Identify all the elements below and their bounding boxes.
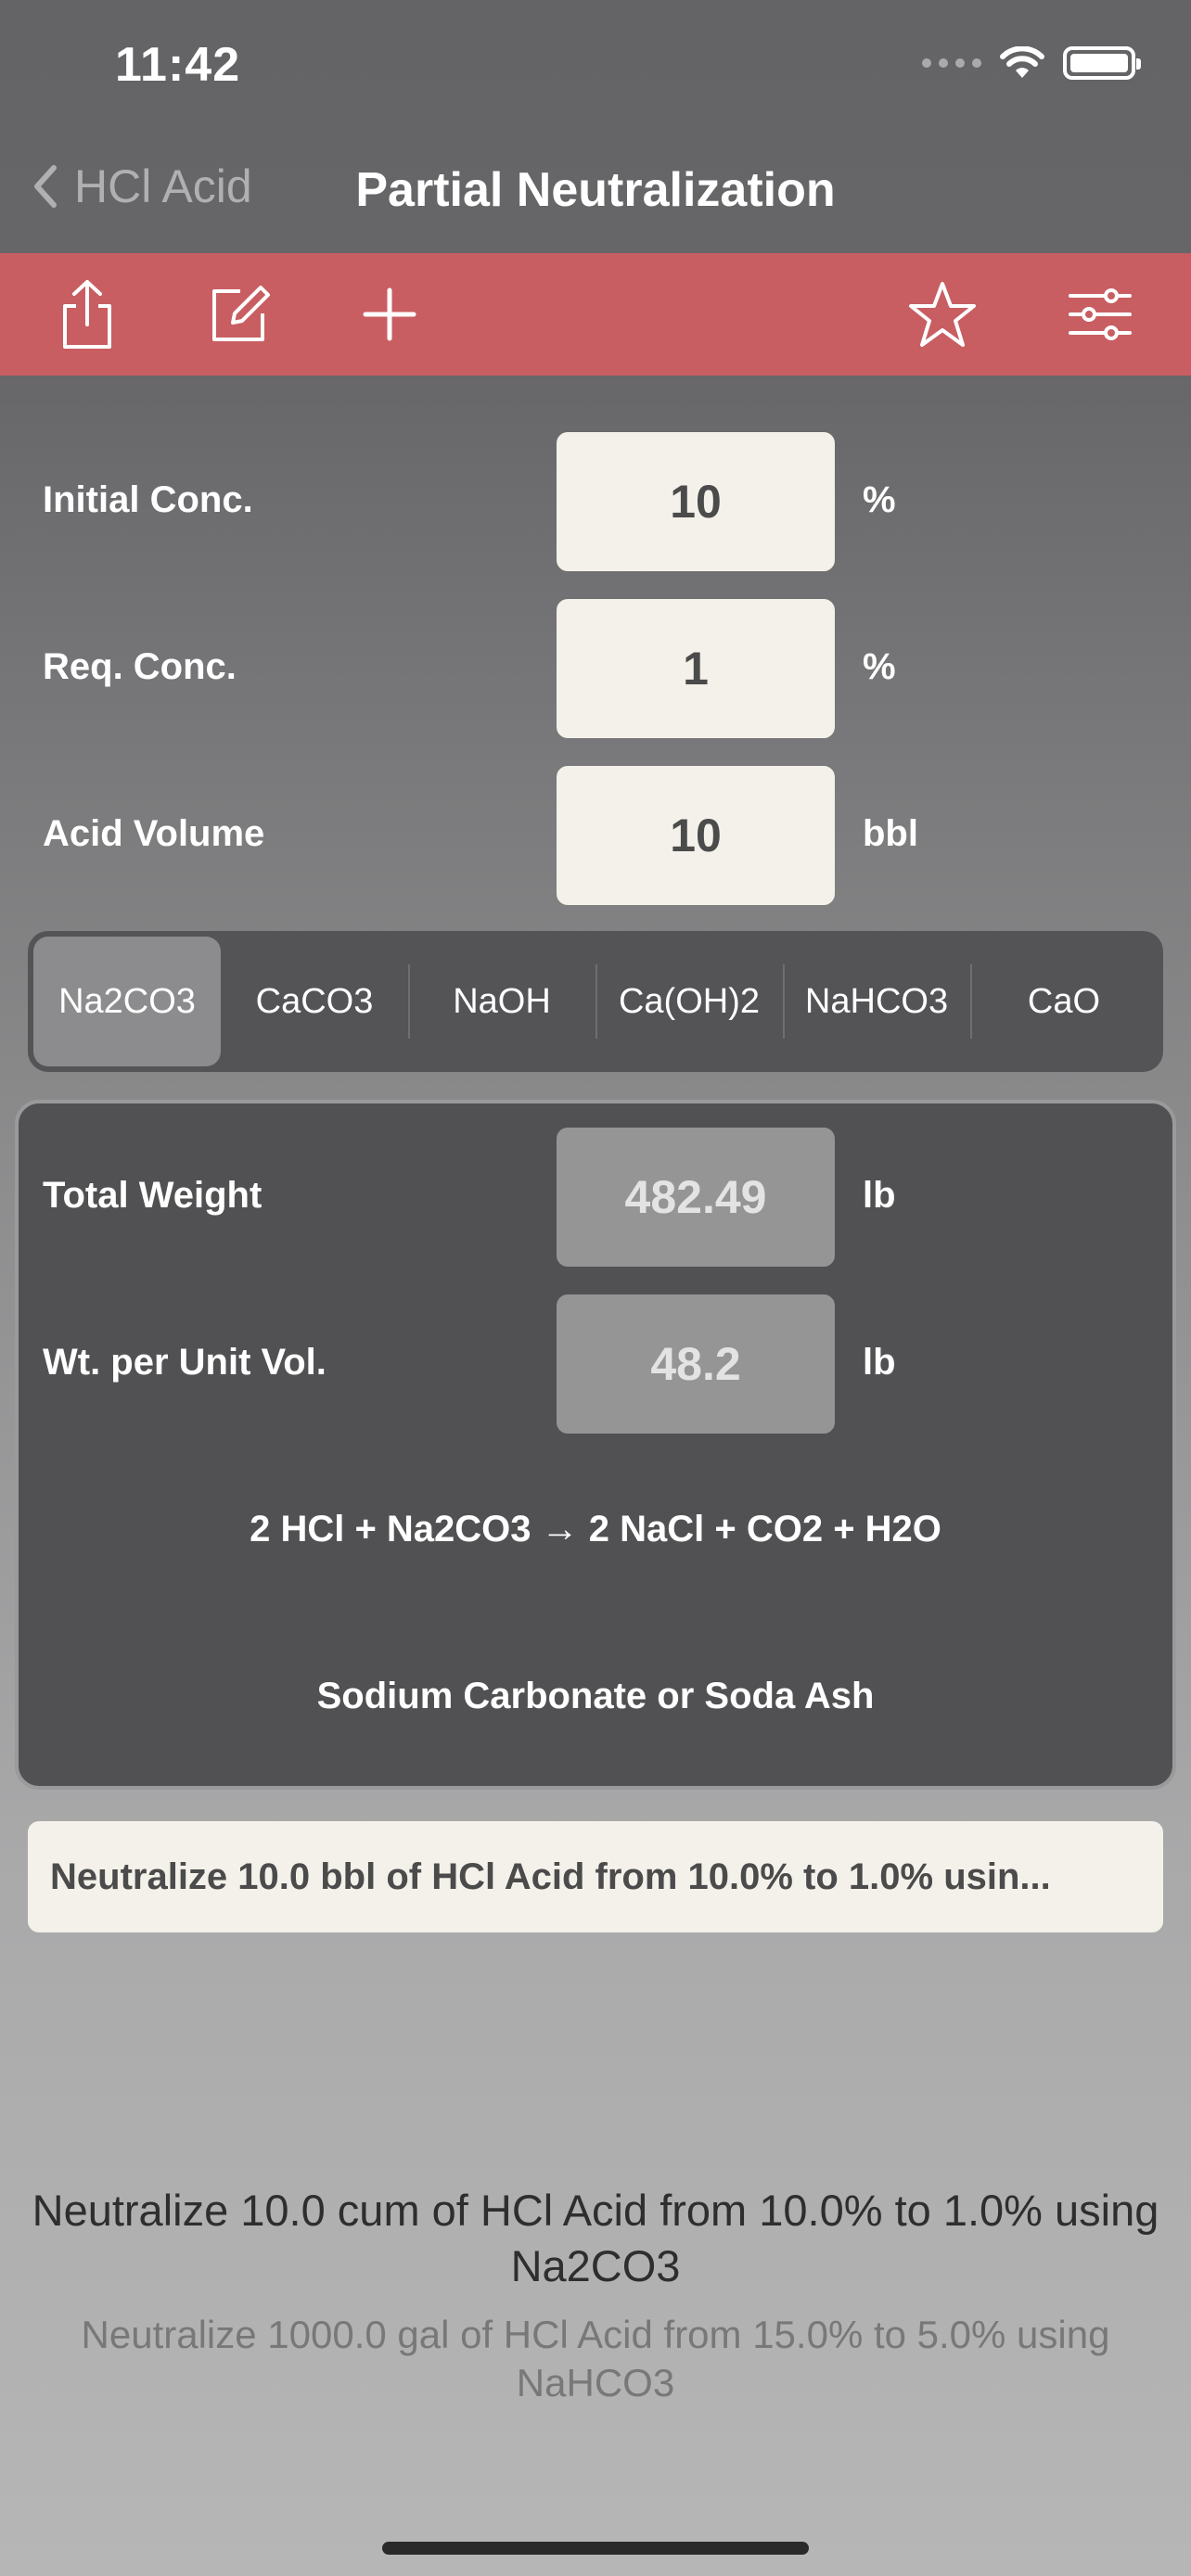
req-conc-label: Req. Conc. <box>43 646 237 687</box>
summary-text: Neutralize 10.0 bbl of HCl Acid from 10.… <box>50 1855 1051 1897</box>
segment-naoh[interactable]: NaOH <box>408 937 596 1066</box>
total-weight-value: 482.49 <box>557 1128 835 1267</box>
wt-per-unit-vol-unit: lb <box>863 1342 896 1383</box>
initial-conc-unit: % <box>863 479 896 520</box>
status-icons <box>922 46 1141 80</box>
req-conc-unit: % <box>863 646 896 687</box>
edit-button[interactable] <box>200 275 278 353</box>
initial-conc-field[interactable]: 10 <box>557 432 835 571</box>
chemical-segmented-control: Na2CO3 CaCO3 NaOH Ca(OH)2 NaHCO3 CaO <box>28 931 1163 1072</box>
status-time: 11:42 <box>115 38 241 92</box>
wifi-icon <box>1000 46 1044 78</box>
example-item-selected[interactable]: Neutralize 10.0 cum of HCl Acid from 10.… <box>19 2183 1172 2294</box>
edit-icon <box>212 286 270 341</box>
share-button[interactable] <box>48 275 126 353</box>
segment-na2co3[interactable]: Na2CO3 <box>33 937 221 1066</box>
chemical-name: Sodium Carbonate or Soda Ash <box>316 1676 875 1716</box>
acid-volume-field[interactable]: 10 <box>557 766 835 905</box>
reaction-equation: 2 HCl + Na2CO3 → 2 NaCl + CO2 + H2O <box>250 1509 941 1549</box>
segment-caco3[interactable]: CaCO3 <box>221 937 408 1066</box>
segment-nahco3[interactable]: NaHCO3 <box>783 937 970 1066</box>
wt-per-unit-vol-label: Wt. per Unit Vol. <box>43 1342 327 1383</box>
page-title: Partial Neutralization <box>355 163 836 217</box>
acid-volume-label: Acid Volume <box>43 813 265 854</box>
total-weight-label: Total Weight <box>43 1175 263 1216</box>
add-icon <box>363 287 416 341</box>
initial-conc-label: Initial Conc. <box>43 479 253 520</box>
settings-sliders-icon <box>1069 288 1132 340</box>
summary-bar[interactable]: Neutralize 10.0 bbl of HCl Acid from 10.… <box>28 1821 1163 1932</box>
segment-cao[interactable]: CaO <box>970 937 1158 1066</box>
toolbar <box>0 253 1191 376</box>
star-icon <box>909 282 976 347</box>
battery-icon <box>1063 46 1141 80</box>
favorite-button[interactable] <box>903 275 981 353</box>
wt-per-unit-vol-value: 48.2 <box>557 1294 835 1434</box>
share-icon <box>63 280 111 349</box>
acid-volume-unit: bbl <box>863 813 918 854</box>
req-conc-field[interactable]: 1 <box>557 599 835 738</box>
total-weight-unit: lb <box>863 1175 896 1216</box>
settings-button[interactable] <box>1061 275 1139 353</box>
home-indicator[interactable] <box>382 2542 809 2555</box>
example-item[interactable]: Neutralize 1000.0 gal of HCl Acid from 1… <box>19 2311 1172 2407</box>
add-button[interactable] <box>351 275 429 353</box>
segment-caoh2[interactable]: Ca(OH)2 <box>596 937 783 1066</box>
cellular-signal-icon <box>922 58 981 68</box>
